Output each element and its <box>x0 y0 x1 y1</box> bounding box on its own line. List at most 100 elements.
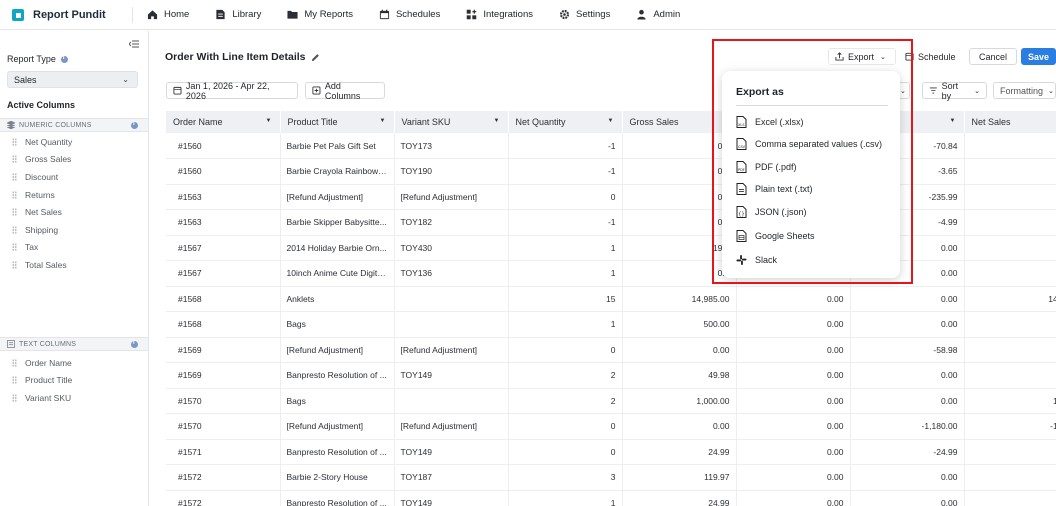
drag-handle-icon[interactable] <box>12 243 17 252</box>
report-type-select[interactable]: Sales ⌄ <box>7 71 138 88</box>
brand[interactable]: Report Pundit <box>12 8 116 21</box>
drag-handle-icon[interactable] <box>12 137 17 146</box>
collapse-sidebar-icon[interactable] <box>128 39 139 49</box>
table-row[interactable]: #1567 10inch Anime Cute Digita... TOY136 1 0… <box>166 260 1056 287</box>
nav-item-library[interactable]: Library <box>215 9 261 20</box>
table-row[interactable]: #1568Anklets1514,985.000.000.0014,98 <box>166 286 1056 312</box>
table-cell: 0.00 <box>736 388 851 414</box>
formatting-button[interactable]: Formatting ⌄ <box>993 82 1056 99</box>
drag-handle-icon[interactable] <box>12 225 17 234</box>
table-cell: 1,00 <box>964 388 1056 414</box>
add-columns-label: Add Columns <box>324 80 361 101</box>
sort-by-button[interactable]: Sort by ⌄ <box>922 80 987 101</box>
sort-caret-icon[interactable]: ▼ <box>266 118 272 124</box>
drag-handle-icon[interactable] <box>12 358 17 367</box>
nav-item-my-reports[interactable]: My Reports <box>287 9 353 20</box>
drag-handle-icon[interactable] <box>12 155 17 164</box>
column-header[interactable]: Net Quantity ▼ <box>508 111 623 133</box>
table-row[interactable]: #1570 [Refund Adjustment] [Refund Adjustme… <box>166 413 1056 440</box>
column-header[interactable]: Order Name ▼ <box>166 111 281 133</box>
sort-caret-icon[interactable]: ▼ <box>950 118 956 124</box>
sort-caret-icon[interactable]: ▼ <box>494 118 500 124</box>
sort-by-label: Sort by <box>941 80 959 101</box>
calendar-icon <box>173 86 182 95</box>
column-item[interactable]: Order Name <box>0 354 148 372</box>
table-row[interactable]: #1570Bags21,000.000.000.001,00 <box>166 388 1056 414</box>
drag-handle-icon[interactable] <box>12 393 17 402</box>
table-row[interactable]: #1560Barbie Pet Pals Gift SetTOY173-10.0… <box>166 133 1056 159</box>
nav-item-schedules[interactable]: Schedules <box>379 9 440 20</box>
table-cell: Banpresto Resolution of ... <box>280 362 395 389</box>
nav-item-integrations[interactable]: Integrations <box>466 9 533 20</box>
table-cell: #1570 <box>166 388 281 414</box>
table-cell: 11 <box>964 464 1056 491</box>
drag-handle-icon[interactable] <box>12 190 17 199</box>
table-cell: 24.99 <box>622 439 737 465</box>
date-range-value: Jan 1, 2026 - Apr 22, 2026 <box>185 80 270 101</box>
table-cell: 1 <box>508 260 623 287</box>
sidebar: Report Type Sales ⌄ Active Columns NUMER… <box>0 31 149 506</box>
table-row[interactable]: #1572 Barbie 2-Story House TOY187 3 119.97 0.… <box>166 464 1056 491</box>
table-cell: TOY149 <box>394 439 509 465</box>
nav-item-admin[interactable]: Admin <box>636 9 680 20</box>
edit-pencil-icon[interactable] <box>311 53 320 62</box>
date-range-picker[interactable]: Jan 1, 2026 - Apr 22, 2026 <box>166 80 298 101</box>
add-columns-button[interactable]: Add Columns <box>305 80 385 101</box>
column-item[interactable]: Product Title <box>0 372 148 390</box>
column-item[interactable]: Returns <box>0 186 148 204</box>
top-navigation: Report Pundit Home Library My Reports Sc… <box>0 0 1056 30</box>
table-row[interactable]: #1569 [Refund Adjustment] [Refund Adjustme… <box>166 337 1056 363</box>
table-cell: Bags <box>280 388 395 414</box>
table-row[interactable]: #1563 [Refund Adjustment] [Refund Adjustme… <box>166 184 1056 210</box>
table-cell: 0.00 <box>736 311 851 338</box>
table-cell: -1,180.00 <box>850 413 965 440</box>
table-row[interactable]: #1571 Banpresto Resolution of ... TOY149 0 2… <box>166 439 1056 465</box>
table-cell: #1572 <box>166 490 281 506</box>
column-item[interactable]: Total Sales <box>0 256 148 274</box>
table-cell: 0.00 <box>622 413 737 440</box>
table-cell: TOY149 <box>394 490 509 506</box>
drag-handle-icon[interactable] <box>12 172 17 181</box>
drag-handle-icon[interactable] <box>12 208 17 217</box>
table-row[interactable]: #1560Barbie Crayola Rainbow ...TOY190-10… <box>166 158 1056 185</box>
info-icon[interactable] <box>60 55 68 63</box>
column-header[interactable]: Product Title ▼ <box>280 111 395 133</box>
nav-item-settings[interactable]: Settings <box>559 9 610 20</box>
table-row[interactable]: #1563 Barbie Skipper Babysitte... TOY182 -1… <box>166 209 1056 236</box>
column-item[interactable]: Net Sales <box>0 203 148 221</box>
nav-divider <box>132 6 133 23</box>
table-cell: TOY182 <box>394 209 509 236</box>
nav-item-home[interactable]: Home <box>147 9 189 20</box>
column-item[interactable]: Discount <box>0 168 148 186</box>
column-label: Net Quantity <box>25 136 73 147</box>
drag-handle-icon[interactable] <box>12 376 17 385</box>
cancel-button[interactable]: Cancel <box>969 48 1017 65</box>
column-item[interactable]: Shipping <box>0 221 148 239</box>
info-icon[interactable] <box>131 340 138 348</box>
column-header[interactable]: Variant SKU ▼ <box>394 111 509 133</box>
table-row[interactable]: #1569 Banpresto Resolution of ... TOY149 2 4… <box>166 362 1056 389</box>
table-cell: 0.00 <box>850 464 965 491</box>
column-item[interactable]: Tax <box>0 239 148 257</box>
column-item[interactable]: Net Quantity <box>0 133 148 151</box>
column-item[interactable]: Variant SKU <box>0 389 148 407</box>
report-title: Order With Line Item Details <box>165 51 306 63</box>
numeric-columns-icon <box>7 121 15 129</box>
drag-handle-icon[interactable] <box>12 260 17 269</box>
table-row[interactable]: #15672014 Holiday Barbie Orn...TOY430119… <box>166 235 1056 261</box>
sort-caret-icon[interactable]: ▼ <box>608 118 614 124</box>
table-cell: 0.00 <box>850 362 965 389</box>
column-item[interactable]: Gross Sales <box>0 151 148 169</box>
table-row[interactable]: #1568Bags1500.000.000.0050 <box>166 311 1056 338</box>
save-button[interactable]: Save <box>1021 48 1056 65</box>
sort-caret-icon[interactable]: ▼ <box>380 118 386 124</box>
text-columns-header: TEXT COLUMNS <box>0 337 148 351</box>
table-cell: 1 <box>508 490 623 506</box>
sort-icon <box>929 87 937 94</box>
text-columns-title: TEXT COLUMNS <box>19 340 77 348</box>
nav-item-label: Settings <box>576 9 611 20</box>
info-icon[interactable] <box>131 121 138 129</box>
column-header[interactable]: Net Sales <box>964 111 1056 133</box>
home-icon <box>147 9 158 20</box>
table-row[interactable]: #1572 Banpresto Resolution of ... TOY149 1 2… <box>166 490 1056 506</box>
